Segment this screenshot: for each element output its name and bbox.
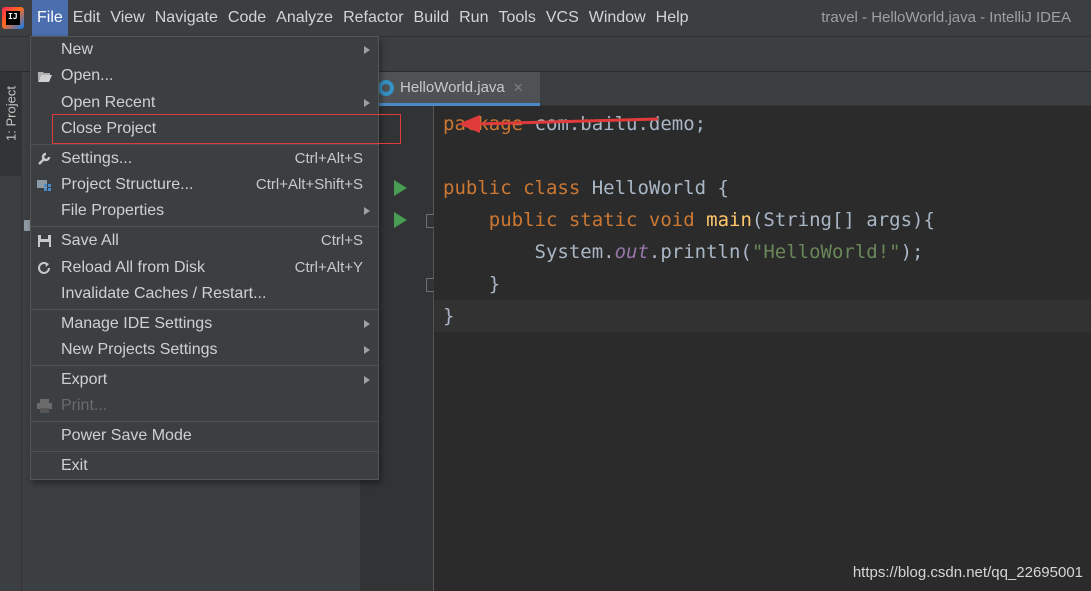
watermark-text: https://blog.csdn.net/qq_22695001 xyxy=(852,564,1083,581)
annotation-arrow-icon xyxy=(458,115,659,133)
ide-window: IJ File Edit View Navigate Code Analyze … xyxy=(0,0,1091,591)
logo-text: IJ xyxy=(8,12,18,21)
